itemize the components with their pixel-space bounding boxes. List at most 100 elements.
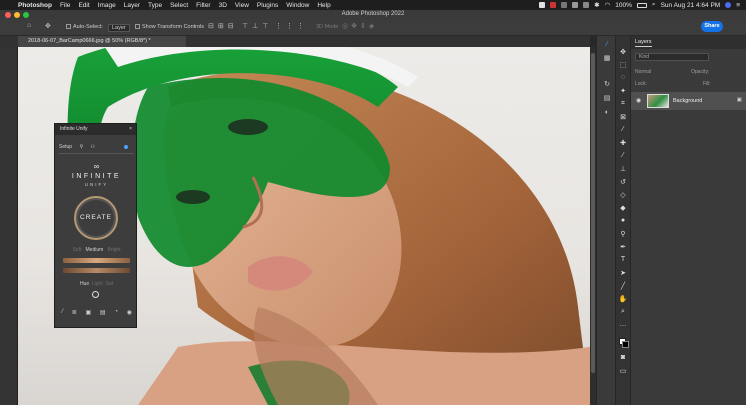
left-panel-strip [0,47,18,405]
status-icon[interactable] [572,2,579,8]
layers-tab[interactable]: Layers [635,39,652,47]
screen-mode-icon[interactable]: ▭ [616,367,630,375]
status-icon[interactable] [583,2,590,8]
clock-icon[interactable]: ◔ [114,309,118,316]
document-icon[interactable]: ▤ [100,309,106,316]
camera-icon[interactable]: ▣ [86,309,92,316]
scroll-thumb[interactable] [591,53,595,373]
visibility-eye-icon[interactable]: ◉ [636,97,641,104]
hand-tool-icon[interactable]: ✋ [616,295,630,303]
status-icon[interactable] [561,2,568,8]
status-icon[interactable] [539,2,546,8]
properties-icon[interactable]: ▤ [597,94,617,103]
menu-filter[interactable]: Filter [196,2,210,9]
status-icon[interactable] [550,2,557,8]
search-icon[interactable]: ⌕ [652,1,656,9]
close-icon[interactable]: × [129,124,132,135]
battery-icon[interactable] [636,2,647,8]
group-icon[interactable]: ⚇ [91,144,95,150]
bluetooth-icon[interactable]: ✱ [594,1,599,9]
history-brush-icon[interactable]: ↺ [616,178,630,186]
strength-bright[interactable]: Bright [107,247,120,253]
adjustments-icon[interactable]: ◐ [597,108,617,117]
brush-settings-icon[interactable]: ⁄ [597,40,617,49]
move-tool-icon[interactable]: ✥ [45,22,51,30]
distribute-icon[interactable]: ⋮⋮⋮ [275,22,308,30]
strength-medium[interactable]: Medium [86,247,104,253]
layers-panel-header[interactable]: Layers [631,36,746,49]
dodge-tool-icon[interactable]: ⚲ [616,230,630,238]
magic-wand-icon[interactable]: ✦ [616,87,630,95]
sat-option[interactable]: Sat [106,281,114,287]
toolbar: ⁄ ▦ ↻ ▤ ◐ [596,36,616,405]
path-selection-icon[interactable]: ➤ [616,269,630,277]
light-option[interactable]: Light [92,281,103,287]
align-buttons-icon[interactable]: ⊟⊞⊟ [208,22,238,30]
fill-label: Fill: [703,81,711,87]
skin-tone-bar[interactable] [63,258,130,263]
paint-bucket-icon[interactable]: ◆ [616,204,630,212]
control-center-icon[interactable]: ≡ [736,2,740,9]
blur-tool-icon[interactable]: ● [616,217,630,224]
clock[interactable]: Sun Aug 21 4:64 PM [661,2,721,9]
menu-app-name[interactable]: Photoshop [18,2,52,9]
eyedropper-icon[interactable]: ⁄ [616,126,630,133]
home-icon[interactable]: ⌂ [27,22,31,29]
menu-select[interactable]: Select [170,2,188,9]
menu-file[interactable]: File [60,2,70,9]
quick-mask-icon[interactable]: ◙ [616,354,630,361]
transform-controls-checkbox[interactable]: Show Transform Controls [135,24,204,30]
create-button[interactable]: CREATE [74,196,118,240]
strength-soft[interactable]: Soft [72,247,81,253]
hue-knob[interactable] [92,291,99,298]
lasso-tool-icon[interactable]: ◌ [616,74,630,81]
lock-icon[interactable]: ▣ [737,97,742,103]
brush-icon[interactable]: ⁄ [62,309,63,316]
more-tools-icon[interactable]: … [616,321,630,328]
align-vertical-icon[interactable]: ⊤⊥⊤ [242,22,272,30]
marquee-tool-icon[interactable]: ⬚ [616,61,630,69]
menu-layer[interactable]: Layer [124,2,140,9]
menu-view[interactable]: View [235,2,249,9]
healing-brush-icon[interactable]: ✚ [616,139,630,147]
layer-row[interactable]: ◉ Background ▣ [631,92,746,110]
layer-name[interactable]: Background [673,98,702,104]
wifi-icon[interactable]: ◠ [605,1,611,9]
eye-icon[interactable]: ◉ [127,309,132,316]
blend-mode-dropdown[interactable]: Normal [635,69,651,75]
brush-tool-icon[interactable]: ⁄ [616,152,630,159]
auto-select-dropdown[interactable]: Layer [108,24,130,32]
menu-3d[interactable]: 3D [219,2,227,9]
menu-window[interactable]: Window [286,2,309,9]
background-color-swatch[interactable] [622,341,629,348]
user-icon[interactable] [725,2,732,8]
zoom-tool-icon[interactable]: ⌕ [616,308,630,316]
move-tool-icon[interactable]: ✥ [616,48,630,56]
eraser-icon[interactable]: ◇ [616,191,630,199]
menu-type[interactable]: Type [148,2,162,9]
share-button[interactable]: Share [701,21,723,32]
layer-stack-icon[interactable]: ≣ [72,309,77,316]
tab-setup[interactable]: Setup [59,144,72,150]
history-icon[interactable]: ↻ [597,80,617,89]
menu-edit[interactable]: Edit [78,2,89,9]
layer-filter-kind[interactable]: Kind [635,53,709,61]
panel-title: Infinite Unify [60,126,88,132]
hue-option[interactable]: Hue [80,281,89,287]
type-tool-icon[interactable]: T [616,256,630,263]
menu-help[interactable]: Help [317,2,330,9]
swatches-icon[interactable]: ▦ [597,54,617,63]
person-icon[interactable]: ⚲ [79,144,83,150]
menu-plugins[interactable]: Plugins [257,2,278,9]
clone-stamp-icon[interactable]: ⊥ [616,165,630,173]
document-tab[interactable]: 2018-06-07_BarCamp0666.jpg @ 50% (RGB/8*… [18,36,186,47]
frame-tool-icon[interactable]: ⊠ [616,113,630,121]
pen-tool-icon[interactable]: ✒ [616,243,630,251]
rectangle-tool-icon[interactable]: ╱ [616,282,630,290]
crop-tool-icon[interactable]: ⌗ [616,100,630,108]
3d-mode-icons[interactable]: ◎✥⇕◈ [342,22,377,30]
menu-image[interactable]: Image [98,2,116,9]
panel-header[interactable]: Infinite Unify × [55,124,136,135]
auto-select-checkbox[interactable]: Auto-Select: [66,24,103,30]
skin-tone-bar[interactable] [63,268,130,273]
